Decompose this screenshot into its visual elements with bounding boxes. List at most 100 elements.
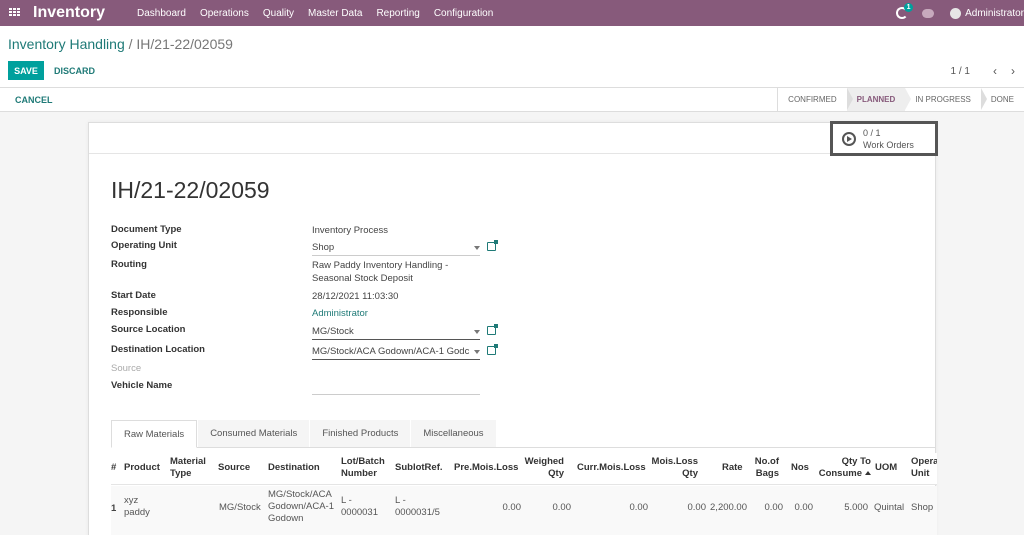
source-location-value: MG/Stock bbox=[312, 326, 354, 337]
col-product[interactable]: Product bbox=[124, 462, 160, 474]
col-bags-line2: Bags bbox=[755, 468, 779, 479]
col-uom[interactable]: UOM bbox=[875, 462, 897, 474]
routing-value-line2: Seasonal Stock Deposit bbox=[312, 273, 413, 284]
col-no-of-bags[interactable]: No.of Bags bbox=[749, 456, 779, 480]
source-location-label: Source Location bbox=[111, 324, 186, 335]
external-link-icon[interactable] bbox=[487, 344, 498, 355]
stage-done[interactable]: DONE bbox=[981, 88, 1024, 111]
top-navbar: Inventory Dashboard Operations Quality M… bbox=[0, 0, 1024, 26]
cell-pre-mois-loss: 0.00 bbox=[502, 502, 522, 513]
breadcrumb-parent[interactable]: Inventory Handling bbox=[8, 36, 125, 52]
cell-destination-line2: Godown/ACA-1 bbox=[268, 501, 335, 512]
save-button[interactable]: SAVE bbox=[8, 61, 44, 80]
cell-operating-unit: Shop bbox=[911, 502, 934, 513]
col-lot-batch[interactable]: Lot/Batch Number bbox=[341, 456, 385, 480]
external-link-icon[interactable] bbox=[487, 324, 498, 335]
col-number[interactable]: # bbox=[111, 462, 116, 474]
stage-in-progress[interactable]: IN PROGRESS bbox=[905, 88, 987, 111]
col-curr-mois-loss[interactable]: Curr.Mois.Loss bbox=[577, 462, 646, 474]
cell-curr-mois-loss: 0.00 bbox=[629, 502, 649, 513]
cell-uom: Quintal bbox=[874, 502, 905, 513]
cell-mois-loss-qty: 0.00 bbox=[687, 502, 707, 513]
cancel-button[interactable]: CANCEL bbox=[15, 95, 53, 105]
stage-confirmed[interactable]: CONFIRMED bbox=[778, 88, 854, 111]
cell-nos: 0.00 bbox=[794, 502, 814, 513]
col-pre-mois-loss[interactable]: Pre.Mois.Loss bbox=[454, 462, 518, 474]
table-row[interactable]: 1 xyz paddy MG/Stock MG/Stock/ACA Godown… bbox=[111, 486, 937, 535]
work-orders-label: Work Orders bbox=[863, 139, 914, 150]
breadcrumb: Inventory Handling / IH/21-22/02059 bbox=[8, 36, 233, 52]
breadcrumb-separator: / bbox=[128, 36, 133, 52]
col-sublot-ref[interactable]: SublotRef. bbox=[395, 462, 443, 474]
col-operating-unit[interactable]: Opera Unit bbox=[911, 456, 937, 480]
menu-reporting[interactable]: Reporting bbox=[376, 8, 419, 19]
menu-configuration[interactable]: Configuration bbox=[434, 8, 493, 19]
col-mois-loss-qty[interactable]: Mois.Loss Qty bbox=[646, 456, 698, 480]
col-rate[interactable]: Rate bbox=[722, 462, 743, 474]
table-header: # Product Material Type Source Destinati… bbox=[111, 453, 937, 485]
source-location-select[interactable]: MG/Stock bbox=[312, 325, 480, 340]
col-weighed-qty[interactable]: Weighed Qty bbox=[519, 456, 564, 480]
user-avatar[interactable] bbox=[950, 7, 962, 19]
col-source[interactable]: Source bbox=[218, 462, 250, 474]
chevron-down-icon[interactable] bbox=[474, 350, 480, 354]
responsible-label: Responsible bbox=[111, 307, 168, 318]
cell-lot-batch: L - 0000031 bbox=[341, 495, 378, 519]
tab-finished-products[interactable]: Finished Products bbox=[310, 420, 411, 447]
col-destination[interactable]: Destination bbox=[268, 462, 320, 474]
cell-destination-line3: Godown bbox=[268, 513, 304, 524]
tab-miscellaneous[interactable]: Miscellaneous bbox=[411, 420, 496, 447]
col-op-unit-line1: Opera bbox=[911, 456, 937, 467]
cell-rate: 2,200.00 bbox=[710, 502, 747, 513]
destination-location-select[interactable]: MG/Stock/ACA Godown/ACA-1 Godc bbox=[312, 345, 480, 360]
col-qty-to-consume[interactable]: Qty To Consume bbox=[813, 456, 871, 480]
work-orders-button[interactable]: 0 / 1 Work Orders bbox=[830, 121, 938, 156]
chevron-down-icon[interactable] bbox=[474, 246, 480, 250]
chat-bubble-icon[interactable] bbox=[922, 8, 935, 18]
col-nos[interactable]: Nos bbox=[791, 462, 809, 474]
responsible-link[interactable]: Administrator bbox=[312, 307, 368, 320]
menu-master-data[interactable]: Master Data bbox=[308, 8, 362, 19]
col-qty-consume-line2: Consume bbox=[818, 468, 862, 479]
menu-quality[interactable]: Quality bbox=[263, 8, 294, 19]
source-label: Source bbox=[111, 363, 142, 374]
vehicle-name-input[interactable] bbox=[312, 380, 480, 395]
sort-ascending-icon[interactable] bbox=[865, 471, 871, 476]
chevron-down-icon[interactable] bbox=[474, 330, 480, 334]
tab-consumed-materials[interactable]: Consumed Materials bbox=[198, 420, 310, 447]
app-brand[interactable]: Inventory bbox=[33, 4, 105, 22]
breadcrumb-current: IH/21-22/02059 bbox=[136, 36, 233, 52]
status-bar: CANCEL CONFIRMED PLANNED IN PROGRESS DON… bbox=[0, 88, 1024, 112]
cell-product: xyz paddy bbox=[124, 495, 150, 519]
tab-raw-materials[interactable]: Raw Materials bbox=[111, 420, 198, 448]
external-link-icon[interactable] bbox=[487, 240, 498, 251]
cell-sublot-line1: L - bbox=[395, 495, 406, 506]
col-material-type-line1: Material bbox=[170, 456, 206, 467]
pager-value[interactable]: 1 / 1 bbox=[951, 66, 970, 77]
operating-unit-select[interactable]: Shop bbox=[312, 241, 480, 256]
activity-clock-icon[interactable]: 1 bbox=[896, 3, 914, 19]
col-lot-line1: Lot/Batch bbox=[341, 456, 385, 467]
form-sheet: 0 / 1 Work Orders IH/21-22/02059 Documen… bbox=[88, 121, 938, 535]
play-circle-icon bbox=[842, 131, 856, 146]
apps-menu-icon[interactable] bbox=[9, 8, 21, 18]
destination-location-label: Destination Location bbox=[111, 344, 205, 355]
menu-operations[interactable]: Operations bbox=[200, 8, 249, 19]
routing-label: Routing bbox=[111, 259, 147, 270]
col-material-type-line2: Type bbox=[170, 468, 192, 479]
routing-value-line1: Raw Paddy Inventory Handling - bbox=[312, 260, 449, 271]
notebook-tabs: Raw Materials Consumed Materials Finishe… bbox=[111, 420, 935, 448]
main-menu: Dashboard Operations Quality Master Data… bbox=[137, 8, 507, 19]
col-weighed-line1: Weighed bbox=[524, 456, 564, 467]
menu-dashboard[interactable]: Dashboard bbox=[137, 8, 186, 19]
button-box: 0 / 1 Work Orders bbox=[89, 121, 938, 156]
pager-previous-icon[interactable]: ‹ bbox=[990, 64, 1000, 78]
stage-planned[interactable]: PLANNED bbox=[846, 88, 911, 111]
start-date-label: Start Date bbox=[111, 290, 156, 301]
col-mois-loss-line2: Qty bbox=[682, 468, 698, 479]
discard-button[interactable]: DISCARD bbox=[54, 61, 95, 80]
user-menu[interactable]: Administrator bbox=[965, 8, 1024, 19]
cell-source: MG/Stock bbox=[219, 502, 261, 513]
pager-next-icon[interactable]: › bbox=[1008, 64, 1018, 78]
col-material-type[interactable]: Material Type bbox=[170, 456, 206, 480]
